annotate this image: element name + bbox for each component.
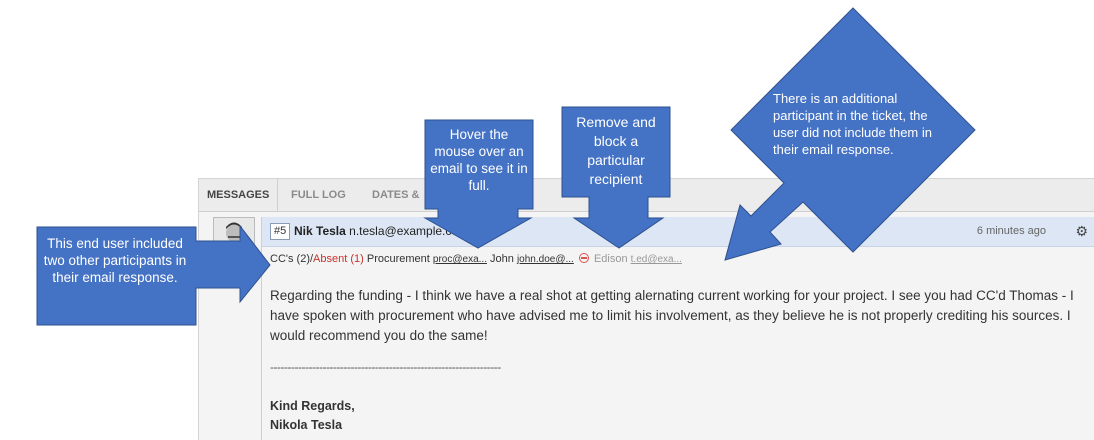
callout-participants-text: This end user included two other partici… [43, 236, 187, 285]
callout-remove-text: Remove and block a particular recipient [576, 114, 656, 187]
callout-hover-text: Hover the mouse over an email to see it … [430, 127, 528, 193]
annotation-shapes [36, 7, 976, 326]
callout-diamond-text: There is an additional participant in th… [773, 91, 932, 157]
